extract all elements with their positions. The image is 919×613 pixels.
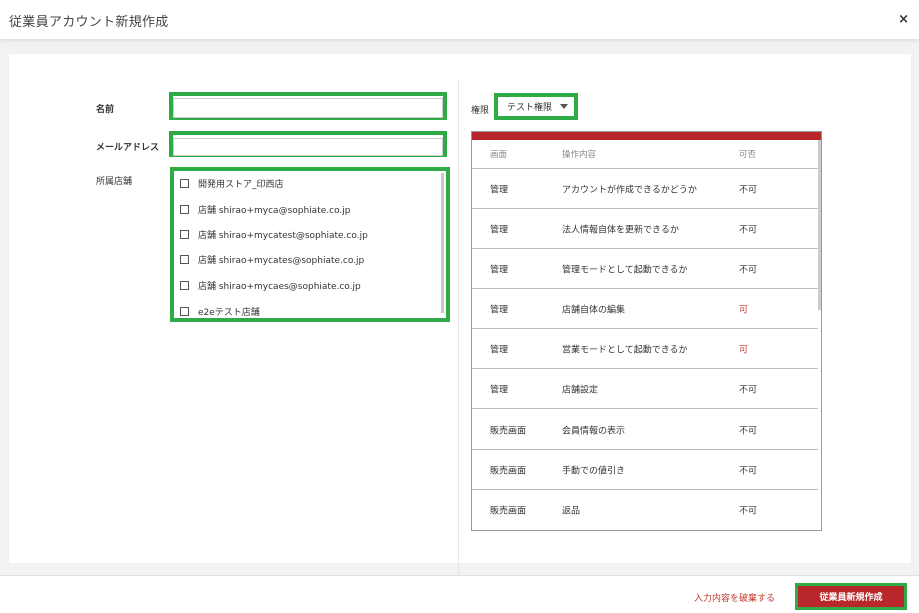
- table-row: 販売画面 返品 不可: [472, 490, 818, 530]
- store-item[interactable]: 開発用ストア_印西店: [180, 176, 284, 190]
- create-employee-button[interactable]: 従業員新規作成: [798, 586, 904, 607]
- store-label: e2eテスト店舗: [198, 307, 260, 318]
- cell-operation: 店舗設定: [562, 385, 599, 395]
- store-label: 店舗 shirao+mycates@sophiate.co.jp: [198, 255, 365, 266]
- permission-select[interactable]: テスト権限: [494, 93, 578, 120]
- close-icon[interactable]: ×: [898, 12, 909, 27]
- cell-screen: 管理: [490, 385, 509, 395]
- cell-screen: 管理: [490, 345, 509, 355]
- name-input[interactable]: [173, 97, 443, 118]
- window-title: 従業員アカウント新規作成: [9, 15, 169, 30]
- cell-operation: 営業モードとして起動できるか: [562, 345, 688, 355]
- cell-allowed: 可: [739, 305, 749, 315]
- store-list[interactable]: 開発用ストア_印西店 店舗 shirao+myca@sophiate.co.jp…: [170, 167, 450, 322]
- store-list-scrollbar[interactable]: [441, 173, 444, 313]
- store-item[interactable]: 店舗 shirao+mycatest@sophiate.co.jp: [180, 227, 368, 241]
- cell-operation: 法人情報自体を更新できるか: [562, 225, 679, 235]
- table-row: 管理 営業モードとして起動できるか 可: [472, 329, 818, 369]
- table-row: 管理 店舗設定 不可: [472, 369, 818, 409]
- permission-table: 画面 操作内容 可否 管理 アカウントが作成できるかどうか 不可 管理 法人情報…: [471, 131, 822, 531]
- cell-allowed: 不可: [739, 506, 758, 517]
- chevron-down-icon: [560, 104, 569, 109]
- cell-screen: 管理: [490, 305, 509, 315]
- store-label: 店舗 shirao+mycaes@sophiate.co.jp: [198, 281, 361, 292]
- table-row: 販売画面 会員情報の表示 不可: [472, 410, 818, 450]
- permission-selected-value: テスト権限: [507, 103, 553, 113]
- stores-label: 所属店舗: [96, 177, 133, 187]
- store-item[interactable]: e2eテスト店舗: [180, 304, 260, 318]
- submit-button-wrapper: 従業員新規作成: [795, 583, 907, 610]
- cell-allowed: 不可: [739, 185, 758, 195]
- table-row: 管理 管理モードとして起動できるか 不可: [472, 249, 818, 289]
- header-allowed: 可否: [739, 150, 757, 160]
- cell-operation: 返品: [562, 506, 581, 517]
- title-bar: 従業員アカウント新規作成 ×: [0, 0, 919, 40]
- checkbox[interactable]: [180, 204, 189, 214]
- cell-allowed: 不可: [739, 385, 758, 395]
- cell-screen: 管理: [490, 265, 509, 275]
- cell-allowed: 可: [739, 345, 749, 355]
- email-field-wrapper: [169, 131, 447, 157]
- email-label: メールアドレス: [96, 143, 160, 153]
- table-row: 管理 法人情報自体を更新できるか 不可: [472, 209, 818, 249]
- checkbox[interactable]: [180, 280, 189, 290]
- cell-operation: 管理モードとして起動できるか: [562, 265, 688, 275]
- cell-screen: 販売画面: [490, 506, 527, 517]
- table-row: 管理 店舗自体の編集 可: [472, 289, 818, 329]
- cell-allowed: 不可: [739, 225, 758, 235]
- checkbox[interactable]: [180, 254, 189, 264]
- store-item[interactable]: 店舗 shirao+myca@sophiate.co.jp: [180, 202, 351, 216]
- column-divider: [458, 80, 459, 575]
- discard-link[interactable]: 入力内容を破棄する: [694, 591, 775, 604]
- table-row: 管理 アカウントが作成できるかどうか 不可: [472, 169, 818, 209]
- footer-bar: [0, 575, 919, 613]
- store-label: 開発用ストア_印西店: [198, 179, 284, 190]
- cell-screen: 販売画面: [490, 426, 527, 436]
- checkbox[interactable]: [180, 178, 189, 188]
- checkbox[interactable]: [180, 306, 189, 316]
- email-input[interactable]: [173, 137, 443, 156]
- cell-screen: 管理: [490, 225, 509, 235]
- cell-allowed: 不可: [739, 466, 758, 476]
- cell-allowed: 不可: [739, 265, 758, 275]
- store-label: 店舗 shirao+myca@sophiate.co.jp: [198, 205, 351, 216]
- store-item[interactable]: 店舗 shirao+mycates@sophiate.co.jp: [180, 252, 364, 266]
- checkbox[interactable]: [180, 229, 189, 239]
- cell-operation: 店舗自体の編集: [562, 305, 626, 315]
- header-operation: 操作内容: [562, 150, 597, 160]
- table-scrollbar[interactable]: [818, 140, 821, 310]
- header-screen: 画面: [490, 150, 508, 160]
- cell-operation: アカウントが作成できるかどうか: [562, 185, 697, 195]
- name-field-wrapper: [169, 92, 447, 120]
- store-label: 店舗 shirao+mycatest@sophiate.co.jp: [198, 230, 368, 241]
- store-item[interactable]: 店舗 shirao+mycaes@sophiate.co.jp: [180, 278, 361, 292]
- permission-label: 権限: [471, 106, 490, 116]
- cell-operation: 手動での値引き: [562, 466, 626, 476]
- cell-operation: 会員情報の表示: [562, 426, 626, 436]
- table-header: 画面 操作内容 可否: [472, 140, 818, 169]
- cell-screen: 管理: [490, 185, 509, 195]
- table-row: 販売画面 手動での値引き 不可: [472, 450, 818, 490]
- cell-allowed: 不可: [739, 426, 758, 436]
- cell-screen: 販売画面: [490, 466, 527, 476]
- table-accent-bar: [472, 132, 821, 140]
- name-label: 名前: [96, 105, 115, 115]
